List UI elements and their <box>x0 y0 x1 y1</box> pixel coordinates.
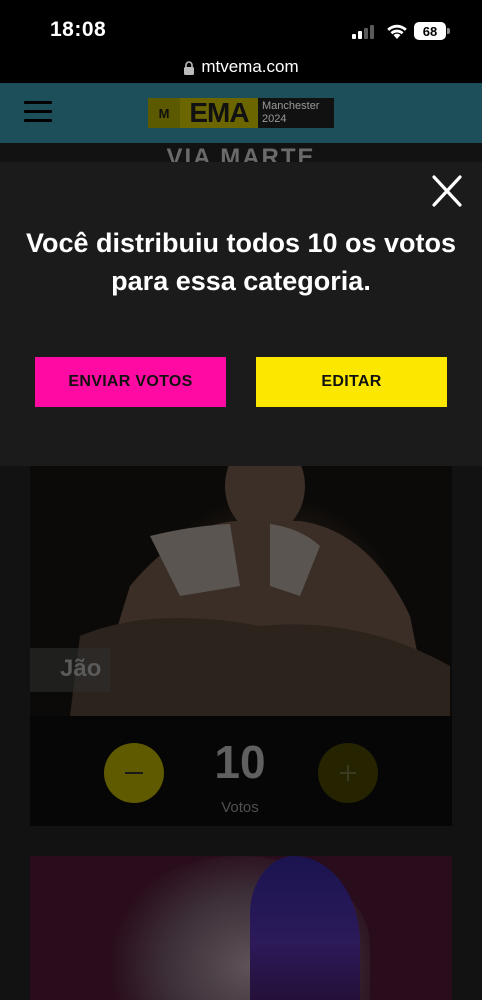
modal-message: Você distribuiu todos 10 os votos para e… <box>25 228 457 296</box>
wifi-icon <box>387 24 407 39</box>
logo-city: Manchester 2024 <box>258 98 334 128</box>
decrease-votes-button[interactable] <box>104 743 164 803</box>
minus-icon <box>125 772 143 774</box>
battery-icon: 68 <box>414 22 450 40</box>
signal-icon <box>352 25 378 39</box>
logo-year: 2024 <box>262 113 287 125</box>
lock-icon <box>184 60 195 75</box>
status-time: 18:08 <box>50 18 107 41</box>
status-bar: 18:08 68 <box>0 0 482 50</box>
site-header: M EMA Manchester 2024 <box>0 83 482 143</box>
logo-ema: EMA <box>180 98 258 128</box>
next-artist-card <box>30 856 452 1000</box>
vote-label: Votos <box>221 799 259 816</box>
address-bar[interactable]: mtvema.com <box>0 50 482 83</box>
close-icon[interactable] <box>430 173 464 209</box>
votes-complete-modal <box>0 162 482 466</box>
edit-button[interactable]: EDITAR <box>256 357 447 407</box>
increase-votes-button[interactable] <box>318 743 378 803</box>
vote-count: 10 <box>214 736 266 788</box>
send-votes-button[interactable]: ENVIAR VOTOS <box>35 357 226 407</box>
logo-city-name: Manchester <box>262 100 320 112</box>
mtv-ema-logo[interactable]: M EMA Manchester 2024 <box>148 98 334 128</box>
url-text: mtvema.com <box>201 56 299 76</box>
artist-name: Jão <box>60 655 102 682</box>
battery-level: 68 <box>422 23 438 39</box>
next-artist-hair <box>250 856 360 1000</box>
hamburger-menu-icon[interactable] <box>24 101 52 123</box>
plus-icon-vertical <box>347 765 349 781</box>
logo-mtv: M <box>148 98 180 128</box>
